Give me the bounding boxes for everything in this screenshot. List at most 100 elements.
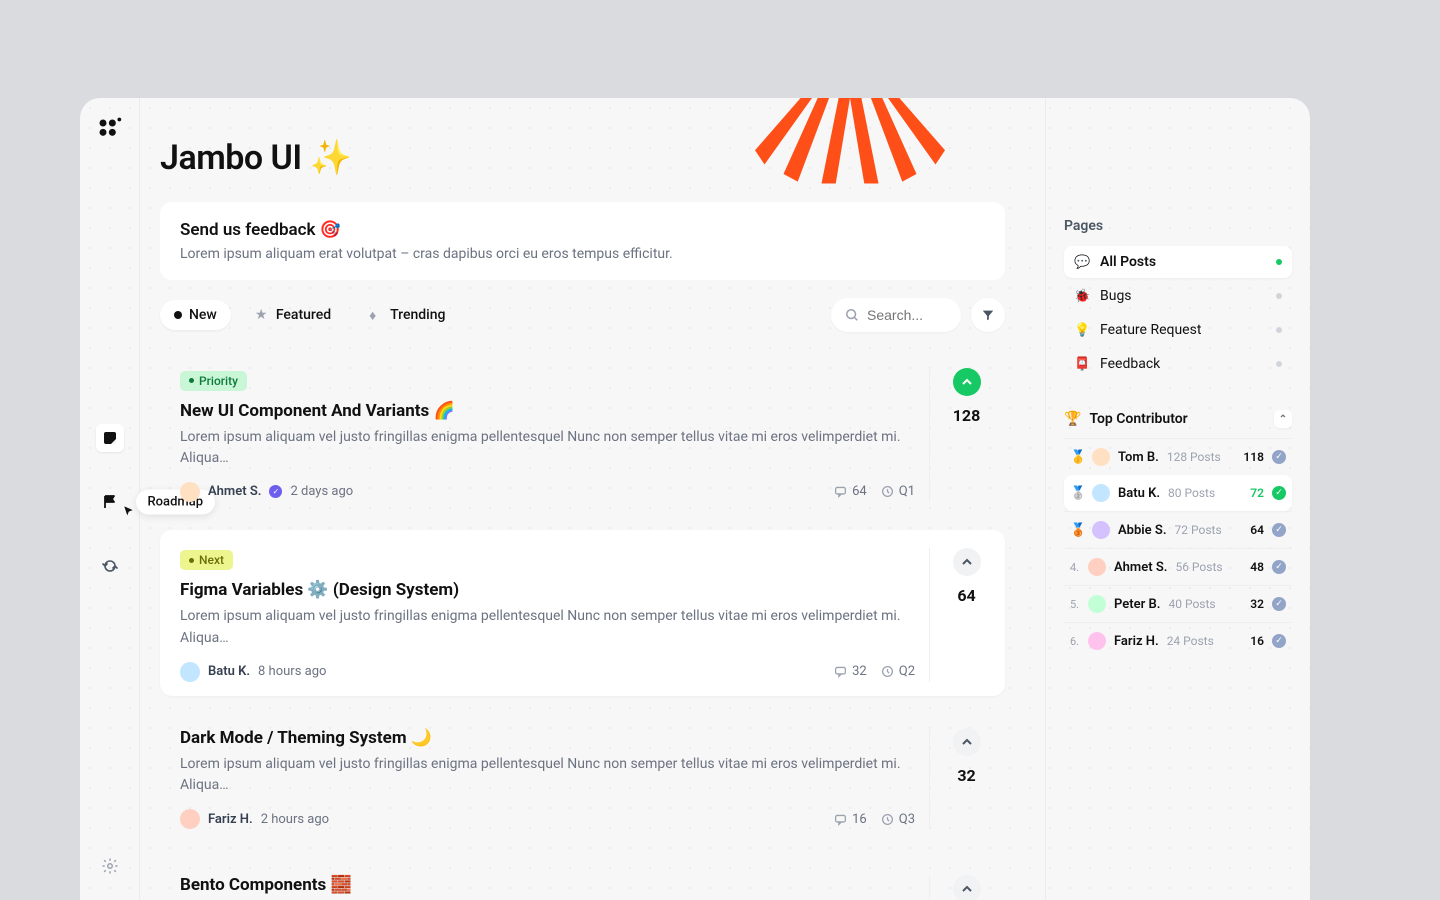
- contributor-score: 48: [1250, 560, 1264, 574]
- contributor-row[interactable]: 4. Ahmet S. 56 Posts 48 ✓: [1064, 548, 1292, 585]
- contributor-posts: 80 Posts: [1168, 486, 1215, 500]
- bronze-medal-icon: 🥉: [1070, 523, 1084, 538]
- post-time: 2 hours ago: [261, 812, 329, 827]
- nav-roadmap[interactable]: Roadmap: [96, 488, 124, 516]
- tab-trending[interactable]: ♦ Trending: [355, 300, 459, 330]
- contributors-heading: Top Contributor: [1089, 411, 1187, 427]
- feedback-title: Send us feedback 🎯: [180, 220, 985, 240]
- clock-icon: [881, 813, 894, 826]
- page-label: Feedback: [1100, 356, 1160, 372]
- check-badge-icon: ✓: [1272, 523, 1286, 537]
- right-sidebar: Pages 💬 All Posts 🐞 Bugs 💡 Feature Reque…: [1046, 98, 1310, 900]
- post-title: New UI Component And Variants 🌈: [180, 401, 915, 421]
- contributor-rank: 6.: [1070, 635, 1080, 648]
- vote-column: 64: [929, 548, 985, 682]
- contributor-name: Peter B.: [1114, 597, 1160, 612]
- contributor-row[interactable]: 🥉 Abbie S. 72 Posts 64 ✓: [1064, 511, 1292, 548]
- avatar: [1092, 521, 1110, 539]
- gold-medal-icon: 🥇: [1070, 450, 1084, 465]
- contributor-rank: 4.: [1070, 561, 1080, 574]
- page-item-feature-request[interactable]: 💡 Feature Request: [1064, 314, 1292, 346]
- upvote-button[interactable]: [953, 368, 981, 396]
- author-name: Ahmet S.: [208, 484, 261, 499]
- avatar: [1088, 558, 1106, 576]
- contributor-name: Batu K.: [1118, 486, 1160, 501]
- contributor-name: Ahmet S.: [1114, 560, 1167, 575]
- page-item-feedback[interactable]: 📮 Feedback: [1064, 348, 1292, 380]
- post-card[interactable]: Next Figma Variables ⚙️ (Design System) …: [160, 530, 1005, 696]
- comment-icon: [834, 665, 847, 678]
- cursor-icon: [122, 504, 136, 518]
- post-card[interactable]: Dark Mode / Theming System 🌙 Lorem ipsum…: [160, 710, 1005, 843]
- check-badge-icon: ✓: [1272, 597, 1286, 611]
- tab-label: Trending: [390, 307, 445, 323]
- feedback-card[interactable]: Send us feedback 🎯 Lorem ipsum aliquam e…: [160, 202, 1005, 280]
- page-item-all-posts[interactable]: 💬 All Posts: [1064, 246, 1292, 278]
- avatar: [1088, 632, 1106, 650]
- post-card[interactable]: Bento Components 🧱 Lorem ipsum aliquam v…: [160, 857, 1005, 900]
- search-input[interactable]: [867, 307, 947, 323]
- contributors-header[interactable]: 🏆 Top Contributor ⌃: [1064, 410, 1292, 428]
- contributor-row[interactable]: 6. Fariz H. 24 Posts 16 ✓: [1064, 622, 1292, 659]
- nav-posts[interactable]: [96, 424, 124, 452]
- upvote-button[interactable]: [953, 875, 981, 900]
- quarter-tag: Q1: [881, 484, 915, 499]
- pages-heading: Pages: [1064, 218, 1292, 234]
- upvote-button[interactable]: [953, 728, 981, 756]
- post-desc: Lorem ipsum aliquam vel justo fringillas…: [180, 754, 915, 797]
- page-item-bugs[interactable]: 🐞 Bugs: [1064, 280, 1292, 312]
- chat-icon: 💬: [1074, 255, 1090, 270]
- nav-changelog[interactable]: [96, 552, 124, 580]
- post-tag: Priority: [180, 371, 247, 391]
- contributor-row[interactable]: 🥇 Tom B. 128 Posts 118 ✓: [1064, 438, 1292, 475]
- app-logo-icon: [96, 116, 124, 144]
- contributor-name: Fariz H.: [1114, 634, 1159, 649]
- content-column: Jambo UI ✨ Send us feedback 🎯 Lorem ipsu…: [140, 98, 1046, 900]
- tab-new[interactable]: New: [160, 300, 231, 330]
- page-label: Feature Request: [1100, 322, 1201, 338]
- nav-settings[interactable]: [96, 852, 124, 880]
- status-dot-icon: [1276, 361, 1282, 367]
- tab-featured[interactable]: ★ Featured: [241, 300, 345, 330]
- post-tag: Next: [180, 550, 233, 570]
- search-input-wrap[interactable]: [831, 298, 961, 332]
- vote-column: 32: [929, 728, 985, 829]
- toolbar: New ★ Featured ♦ Trending: [160, 298, 1005, 332]
- mailbox-icon: 📮: [1074, 357, 1090, 372]
- status-dot-icon: [1276, 327, 1282, 333]
- comment-icon: [834, 485, 847, 498]
- contributor-rank: 5.: [1070, 598, 1080, 611]
- upvote-button[interactable]: [953, 548, 981, 576]
- filter-button[interactable]: [971, 298, 1005, 332]
- funnel-icon: [981, 308, 995, 322]
- check-badge-icon: ✓: [1272, 634, 1286, 648]
- vote-column: [929, 875, 985, 900]
- post-meta: Batu K. 8 hours ago 32 Q2: [180, 662, 915, 682]
- comment-count: 16: [834, 812, 867, 827]
- contributor-posts: 56 Posts: [1175, 560, 1222, 574]
- page-title: Jambo UI ✨: [160, 138, 1005, 178]
- author-avatar: [180, 809, 200, 829]
- post-card[interactable]: Priority New UI Component And Variants 🌈…: [160, 350, 1005, 516]
- contributor-score: 64: [1250, 523, 1264, 537]
- avatar: [1088, 595, 1106, 613]
- status-dot-icon: [1276, 259, 1282, 265]
- author-avatar: [180, 662, 200, 682]
- bug-icon: 🐞: [1074, 289, 1090, 304]
- silver-medal-icon: 🥈: [1070, 486, 1084, 501]
- pages-list: 💬 All Posts 🐞 Bugs 💡 Feature Request 📮: [1064, 246, 1292, 380]
- clock-icon: [881, 665, 894, 678]
- chevron-up-icon: [961, 556, 973, 568]
- post-list: Priority New UI Component And Variants 🌈…: [160, 350, 1005, 900]
- contributor-row-me[interactable]: 🥈 Batu K. 80 Posts 72 ✓: [1064, 475, 1292, 511]
- search-icon: [845, 308, 859, 322]
- main-area: Jambo UI ✨ Send us feedback 🎯 Lorem ipsu…: [140, 98, 1310, 900]
- post-meta: Fariz H. 2 hours ago 16 Q3: [180, 809, 915, 829]
- post-meta: Ahmet S. ✓ 2 days ago 64 Q1: [180, 482, 915, 502]
- bulb-icon: 💡: [1074, 323, 1090, 338]
- chevron-up-icon[interactable]: ⌃: [1274, 410, 1292, 428]
- contributor-posts: 128 Posts: [1167, 450, 1221, 464]
- contributor-row[interactable]: 5. Peter B. 40 Posts 32 ✓: [1064, 585, 1292, 622]
- verified-badge-icon: ✓: [269, 485, 282, 498]
- avatar: [1092, 484, 1110, 502]
